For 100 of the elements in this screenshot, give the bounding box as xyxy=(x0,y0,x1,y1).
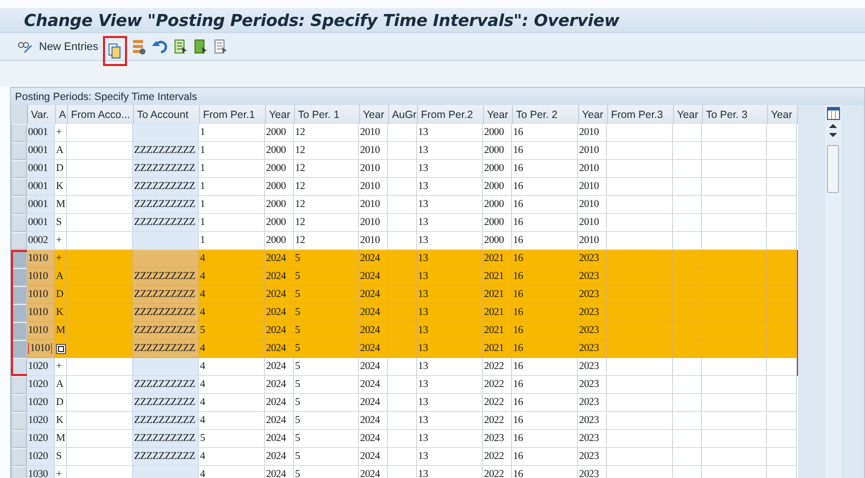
table-cell xyxy=(767,178,797,196)
table-cell: 2024 xyxy=(265,466,294,478)
table-cell xyxy=(388,232,417,250)
column-header[interactable]: From Acco... xyxy=(68,105,134,124)
column-header[interactable]: Year xyxy=(266,105,295,124)
table-cell xyxy=(607,124,673,142)
column-header[interactable]: Var. xyxy=(28,105,56,124)
column-header[interactable]: Year xyxy=(484,105,513,124)
table-cell: 2023 xyxy=(578,394,607,412)
table-cell: 2023 xyxy=(578,286,607,304)
table-cell: 2000 xyxy=(483,178,512,196)
table-cell: 2021 xyxy=(483,268,512,286)
table-cell: 2000 xyxy=(265,232,294,250)
toolbar-button[interactable] xyxy=(193,36,210,56)
table-cell xyxy=(388,178,417,196)
undo-icon xyxy=(152,40,168,54)
column-header[interactable]: Year xyxy=(360,105,389,124)
table-cell xyxy=(767,376,797,394)
table-cell xyxy=(388,196,417,214)
table-cell: 13 xyxy=(417,286,483,304)
column-header[interactable]: Year xyxy=(579,105,608,124)
table-cell xyxy=(388,394,417,412)
copy-icon xyxy=(56,344,66,354)
table-cell: 13 xyxy=(417,124,483,142)
column-header[interactable]: From Per.1 xyxy=(200,105,266,124)
table-cell xyxy=(702,160,767,178)
table-cell: 13 xyxy=(417,304,483,322)
column-header[interactable]: From Per.3 xyxy=(608,105,674,124)
table-cell xyxy=(673,214,702,232)
table-cell xyxy=(673,430,702,448)
table-cell xyxy=(673,412,702,430)
table-cell: 12 xyxy=(294,124,359,142)
table-cell: 4 xyxy=(199,412,265,430)
table-cell: 16 xyxy=(512,412,578,430)
table-cell: 2024 xyxy=(265,286,294,304)
table-cell: 2024 xyxy=(359,358,388,376)
table-cell: 1 xyxy=(199,160,265,178)
table-cell xyxy=(607,394,673,412)
table-cell xyxy=(388,214,417,232)
table-cell: 12 xyxy=(294,214,359,232)
scroll-up-icon[interactable] xyxy=(829,123,837,129)
table-cell: 16 xyxy=(512,430,578,448)
table-cell: 2010 xyxy=(578,160,607,178)
table-cell: 1010 xyxy=(27,304,55,322)
table-cell xyxy=(702,322,767,340)
table-cell: + xyxy=(55,232,67,250)
table-cell xyxy=(767,286,797,304)
scrollbar-thumb[interactable] xyxy=(827,145,839,193)
table-cell: ZZZZZZZZZZ xyxy=(133,376,199,394)
table-cell xyxy=(702,268,767,286)
table-cell: 2022 xyxy=(483,394,512,412)
table-cell: 2024 xyxy=(265,394,294,412)
column-header[interactable]: To Per. 1 xyxy=(295,105,360,124)
table-cell: 5 xyxy=(294,286,359,304)
column-header[interactable]: AuGr xyxy=(389,105,418,124)
table-cell: 4 xyxy=(199,286,265,304)
table-cell: 2024 xyxy=(265,376,294,394)
new-entries-button[interactable]: New Entries xyxy=(38,36,100,56)
table-cell xyxy=(67,358,133,376)
column-header[interactable]: A xyxy=(56,105,68,124)
table-cell: 13 xyxy=(417,196,483,214)
table-cell: 2023 xyxy=(578,358,607,376)
table-cell: A xyxy=(55,142,67,160)
table-cell: 4 xyxy=(199,448,265,466)
table-cell xyxy=(673,250,702,268)
table-cell xyxy=(702,412,767,430)
table-cell xyxy=(767,394,797,412)
table-cell: 2024 xyxy=(359,430,388,448)
table-cell: 1 xyxy=(199,232,265,250)
column-header[interactable]: Year xyxy=(768,105,798,124)
column-header[interactable]: To Per. 3 xyxy=(703,105,768,124)
table-cell: 2000 xyxy=(265,196,294,214)
table-cell: 1010 xyxy=(27,286,55,304)
column-settings-icon[interactable] xyxy=(826,107,840,120)
table-cell: 2010 xyxy=(578,232,607,250)
table-cell xyxy=(702,250,767,268)
table-cell: + xyxy=(55,466,67,478)
table-cell xyxy=(607,160,673,178)
table-cell: 16 xyxy=(512,268,578,286)
toolbar-button[interactable] xyxy=(213,36,230,56)
delete-rows-icon xyxy=(132,38,146,54)
table-cell: 12 xyxy=(294,142,359,160)
table-cell: 5 xyxy=(199,430,265,448)
table-cell xyxy=(388,142,417,160)
scroll-down-icon[interactable] xyxy=(829,132,837,138)
table-cell: 13 xyxy=(417,250,483,268)
column-header[interactable]: From Per.2 xyxy=(418,105,484,124)
table-cell xyxy=(67,214,133,232)
table-cell: 1020 xyxy=(27,448,55,466)
table-cell: 1020 xyxy=(27,430,55,448)
table-cell: D xyxy=(55,394,67,412)
table-cell: 2000 xyxy=(265,160,294,178)
column-header[interactable]: Year xyxy=(674,105,703,124)
table-cell xyxy=(767,448,797,466)
table-cell: 1 xyxy=(199,124,265,142)
table-cell: 2021 xyxy=(483,304,512,322)
column-header[interactable]: To Per. 2 xyxy=(513,105,579,124)
table-cell xyxy=(67,322,133,340)
toolbar-button[interactable] xyxy=(173,36,190,56)
column-header[interactable]: To Account xyxy=(134,105,200,124)
